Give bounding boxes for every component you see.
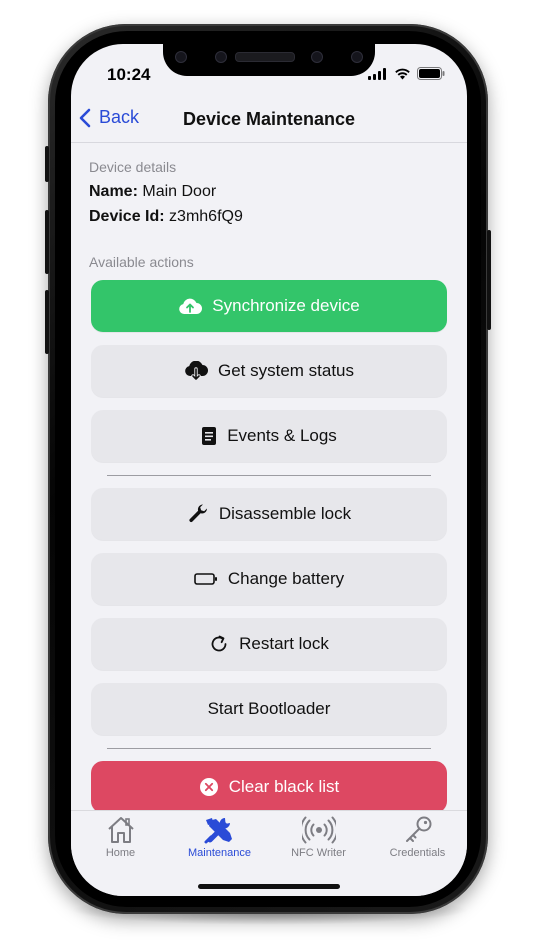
front-camera — [215, 51, 227, 63]
tab-home-label: Home — [105, 847, 136, 859]
restart-icon — [211, 635, 227, 652]
maintenance-content: Device details Name: Main Door Device Id… — [71, 142, 467, 810]
change-battery-label: Change battery — [227, 569, 345, 588]
earpiece-speaker — [235, 52, 295, 62]
house-icon — [107, 817, 134, 843]
start-bootloader-button[interactable]: Start Bootloader — [91, 683, 447, 735]
device-details-label: Device details — [89, 159, 177, 175]
cloud-upload-icon — [179, 298, 203, 314]
mute-switch — [45, 146, 49, 182]
wrench-icon — [189, 504, 207, 523]
battery-outline-icon — [194, 573, 217, 585]
tab-nfc-writer-label: NFC Writer — [291, 847, 346, 859]
device-name-label: Name: — [89, 183, 138, 200]
section-divider-danger — [107, 748, 431, 749]
events-logs-button[interactable]: Events & Logs — [91, 410, 447, 462]
tab-credentials[interactable]: Credentials — [368, 815, 467, 859]
battery-icon — [417, 67, 445, 80]
document-icon — [202, 427, 217, 445]
clear-black-list-button[interactable]: Clear black list — [91, 761, 447, 810]
proximity-sensor — [311, 51, 323, 63]
tab-maintenance-label: Maintenance — [188, 847, 251, 859]
nfc-icon — [301, 816, 336, 844]
volume-up-button — [45, 210, 49, 274]
restart-lock-button[interactable]: Restart lock — [91, 618, 447, 670]
page-title: Device Maintenance — [182, 109, 356, 129]
wifi-icon — [395, 68, 410, 79]
device-id-value: z3mh6fQ9 — [169, 208, 243, 225]
cloud-download-icon — [185, 361, 208, 381]
section-divider — [107, 475, 431, 476]
available-actions-label: Available actions — [89, 254, 194, 270]
get-system-status-button[interactable]: Get system status — [91, 345, 447, 397]
restart-lock-label: Restart lock — [239, 634, 329, 653]
disassemble-lock-label: Disassemble lock — [218, 504, 352, 523]
tab-maintenance[interactable]: Maintenance — [170, 815, 269, 859]
status-time: 10:24 — [107, 65, 151, 84]
disassemble-lock-button[interactable]: Disassemble lock — [91, 488, 447, 540]
device-name-value: Main Door — [142, 183, 217, 200]
signal-icon — [368, 67, 386, 80]
status-icons — [368, 67, 445, 80]
device-name-row: Name: Main Door — [89, 183, 216, 201]
device-id-label: Device Id: — [89, 208, 165, 225]
home-indicator[interactable] — [198, 884, 340, 889]
synchronize-device-button[interactable]: Synchronize device — [91, 280, 447, 332]
events-logs-label: Events & Logs — [227, 426, 337, 445]
tab-nfc-writer[interactable]: NFC Writer — [269, 815, 368, 859]
phone-screen: 10:24 Back Device Maintenance Device det… — [71, 44, 467, 896]
start-bootloader-label: Start Bootloader — [207, 699, 331, 718]
synchronize-device-label: Synchronize device — [212, 296, 360, 315]
get-system-status-label: Get system status — [217, 361, 355, 380]
navigation-bar: Back Device Maintenance — [71, 96, 467, 143]
tab-home[interactable]: Home — [71, 815, 170, 859]
device-id-row: Device Id: z3mh6fQ9 — [89, 208, 243, 226]
close-circle-icon — [199, 778, 218, 796]
key-icon — [405, 816, 431, 842]
notch — [163, 44, 375, 76]
volume-down-button — [45, 290, 49, 354]
tools-icon — [204, 818, 232, 844]
power-button — [487, 230, 491, 330]
tab-credentials-label: Credentials — [389, 847, 446, 859]
change-battery-button[interactable]: Change battery — [91, 553, 447, 605]
flood-illuminator — [351, 51, 363, 63]
clear-black-list-label: Clear black list — [228, 777, 340, 796]
sensor-dot — [175, 51, 187, 63]
